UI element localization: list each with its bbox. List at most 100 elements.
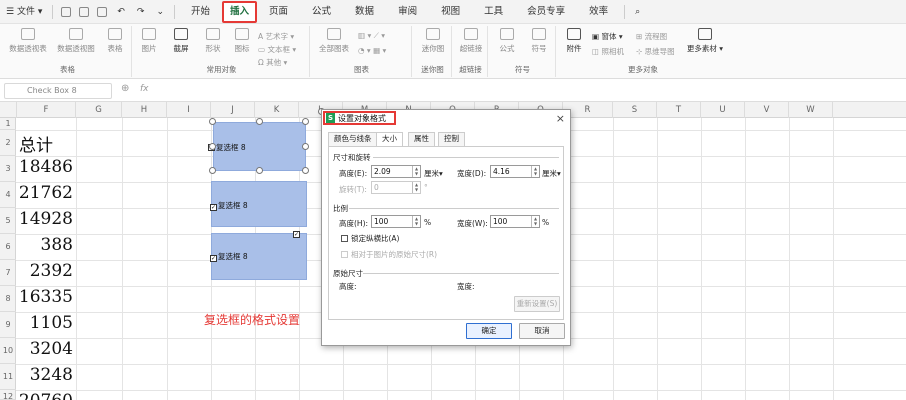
- zoom-icon[interactable]: ⊕: [121, 83, 129, 94]
- row-header[interactable]: 12: [0, 390, 16, 400]
- pie-chart-icon[interactable]: ◔ ▾ ▦ ▾: [358, 46, 386, 55]
- row-header[interactable]: 9: [0, 312, 16, 338]
- tab-colors-lines[interactable]: 颜色与线条: [328, 132, 378, 146]
- symbol-button[interactable]: 符号: [524, 28, 554, 54]
- pivot-chart-button[interactable]: 数据透视图: [54, 28, 98, 54]
- tab-size[interactable]: 大小: [376, 132, 403, 147]
- dialog-titlebar[interactable]: S 设置对象格式 ×: [322, 110, 570, 127]
- scale-width-input[interactable]: 100 ▲ ▼: [490, 215, 540, 228]
- ok-button[interactable]: 确定: [466, 323, 512, 339]
- chevron-down-icon[interactable]: ⌄: [150, 0, 170, 24]
- mindmap-button[interactable]: ⊹ 思维导图: [636, 46, 675, 57]
- spinner-icon[interactable]: ▲ ▼: [412, 166, 420, 177]
- column-header[interactable]: S: [613, 102, 657, 118]
- resize-handle[interactable]: [256, 118, 263, 125]
- column-header[interactable]: I: [167, 102, 211, 118]
- checkbox-control-partial[interactable]: ✓: [293, 228, 301, 238]
- tab-page[interactable]: 页面: [257, 0, 300, 24]
- cell[interactable]: 18486: [17, 157, 75, 177]
- shape-button[interactable]: 形状: [198, 28, 228, 54]
- cell[interactable]: 总计: [17, 131, 75, 156]
- row-header[interactable]: 3: [0, 156, 16, 182]
- spinner-icon[interactable]: ▲ ▼: [412, 216, 420, 227]
- resize-handle[interactable]: [302, 118, 309, 125]
- fx-icon[interactable]: fx: [140, 84, 149, 94]
- row-header[interactable]: 6: [0, 234, 16, 260]
- cell[interactable]: 1105: [17, 313, 75, 333]
- cell[interactable]: 16335: [17, 287, 75, 307]
- row-header[interactable]: 7: [0, 260, 16, 286]
- column-header[interactable]: H: [122, 102, 167, 118]
- cell[interactable]: 14928: [17, 209, 75, 229]
- cancel-button[interactable]: 取消: [519, 323, 565, 339]
- tab-view[interactable]: 视图: [429, 0, 472, 24]
- textbox-button[interactable]: ▭ 文本框 ▾: [258, 44, 296, 55]
- save-icon[interactable]: [61, 6, 72, 17]
- row-header[interactable]: 11: [0, 364, 16, 390]
- column-header[interactable]: G: [76, 102, 122, 118]
- tab-review[interactable]: 审阅: [386, 0, 429, 24]
- all-charts-button[interactable]: 全部图表: [314, 28, 354, 54]
- cell[interactable]: 3204: [17, 339, 75, 359]
- scale-height-input[interactable]: 100 ▲ ▼: [371, 215, 421, 228]
- flowchart-button[interactable]: ⊞ 流程图: [636, 31, 667, 42]
- row-header[interactable]: 4: [0, 182, 16, 208]
- cell[interactable]: 388: [17, 235, 75, 255]
- sparkline-button[interactable]: 迷你图: [414, 28, 452, 54]
- name-box[interactable]: Check Box 8: [4, 83, 112, 99]
- column-header[interactable]: J: [211, 102, 255, 118]
- height-unit-dropdown[interactable]: 厘米▾: [424, 168, 443, 179]
- row-header[interactable]: 5: [0, 208, 16, 234]
- main-menu-button[interactable]: ☰ 文件 ▾: [0, 0, 48, 24]
- column-header[interactable]: F: [17, 102, 76, 118]
- search-icon[interactable]: ⌕: [629, 0, 646, 24]
- more-material-button[interactable]: 更多素材 ▾: [684, 28, 726, 54]
- form-button[interactable]: ▣ 窗体 ▾: [592, 31, 623, 42]
- table-button[interactable]: 表格: [100, 28, 130, 54]
- tab-data[interactable]: 数据: [343, 0, 386, 24]
- row-header[interactable]: 8: [0, 286, 16, 312]
- width-input[interactable]: 4.16 ▲ ▼: [490, 165, 540, 178]
- tab-formulas[interactable]: 公式: [300, 0, 343, 24]
- row-header[interactable]: 10: [0, 338, 16, 364]
- resize-handle[interactable]: [209, 167, 216, 174]
- column-header[interactable]: K: [255, 102, 299, 118]
- resize-handle[interactable]: [302, 143, 309, 150]
- select-all-corner[interactable]: [0, 102, 17, 118]
- print-icon[interactable]: [79, 6, 90, 17]
- column-header[interactable]: W: [789, 102, 833, 118]
- hyperlink-button[interactable]: 超链接: [454, 28, 488, 54]
- icon-button[interactable]: 图标: [230, 28, 254, 54]
- print-preview-icon[interactable]: [97, 6, 108, 17]
- attachment-button[interactable]: 附件: [560, 28, 588, 54]
- picture-button[interactable]: 图片: [134, 28, 164, 54]
- lock-aspect-checkbox[interactable]: 锁定纵横比(A): [341, 233, 399, 244]
- tab-home[interactable]: 开始: [179, 0, 222, 24]
- tab-tools[interactable]: 工具: [472, 0, 515, 24]
- height-input[interactable]: 2.09 ▲ ▼: [371, 165, 421, 178]
- rotation-input[interactable]: 0 ▲ ▼: [371, 181, 421, 194]
- undo-icon[interactable]: ↶: [111, 0, 131, 24]
- column-header[interactable]: U: [701, 102, 745, 118]
- tab-properties[interactable]: 属性: [408, 132, 435, 146]
- cell[interactable]: 2392: [17, 261, 75, 281]
- relative-original-checkbox[interactable]: 相对于图片的原始尺寸(R): [341, 249, 437, 260]
- screenshot-button[interactable]: 截屏: [166, 28, 196, 54]
- bar-chart-icon[interactable]: ▥ ▾ ⟋ ▾: [358, 31, 385, 41]
- spinner-icon[interactable]: ▲ ▼: [531, 166, 539, 177]
- reset-button[interactable]: 重新设置(S): [514, 296, 560, 312]
- tab-insert[interactable]: 插入: [222, 1, 258, 23]
- column-header[interactable]: V: [745, 102, 789, 118]
- equation-button[interactable]: 公式: [492, 28, 522, 54]
- cell[interactable]: 21762: [17, 183, 75, 203]
- row-header[interactable]: 1: [0, 118, 16, 130]
- checkbox-control[interactable]: ✓ 复选框 8: [210, 251, 248, 262]
- resize-handle[interactable]: [256, 167, 263, 174]
- cell[interactable]: 20760: [17, 391, 75, 400]
- column-header[interactable]: T: [657, 102, 701, 118]
- camera-button[interactable]: ◫ 照相机: [592, 46, 624, 57]
- resize-handle[interactable]: [209, 118, 216, 125]
- checkbox-control[interactable]: ✓ 复选框 8: [210, 200, 248, 211]
- cell[interactable]: 3248: [17, 365, 75, 385]
- tab-control[interactable]: 控制: [438, 132, 465, 146]
